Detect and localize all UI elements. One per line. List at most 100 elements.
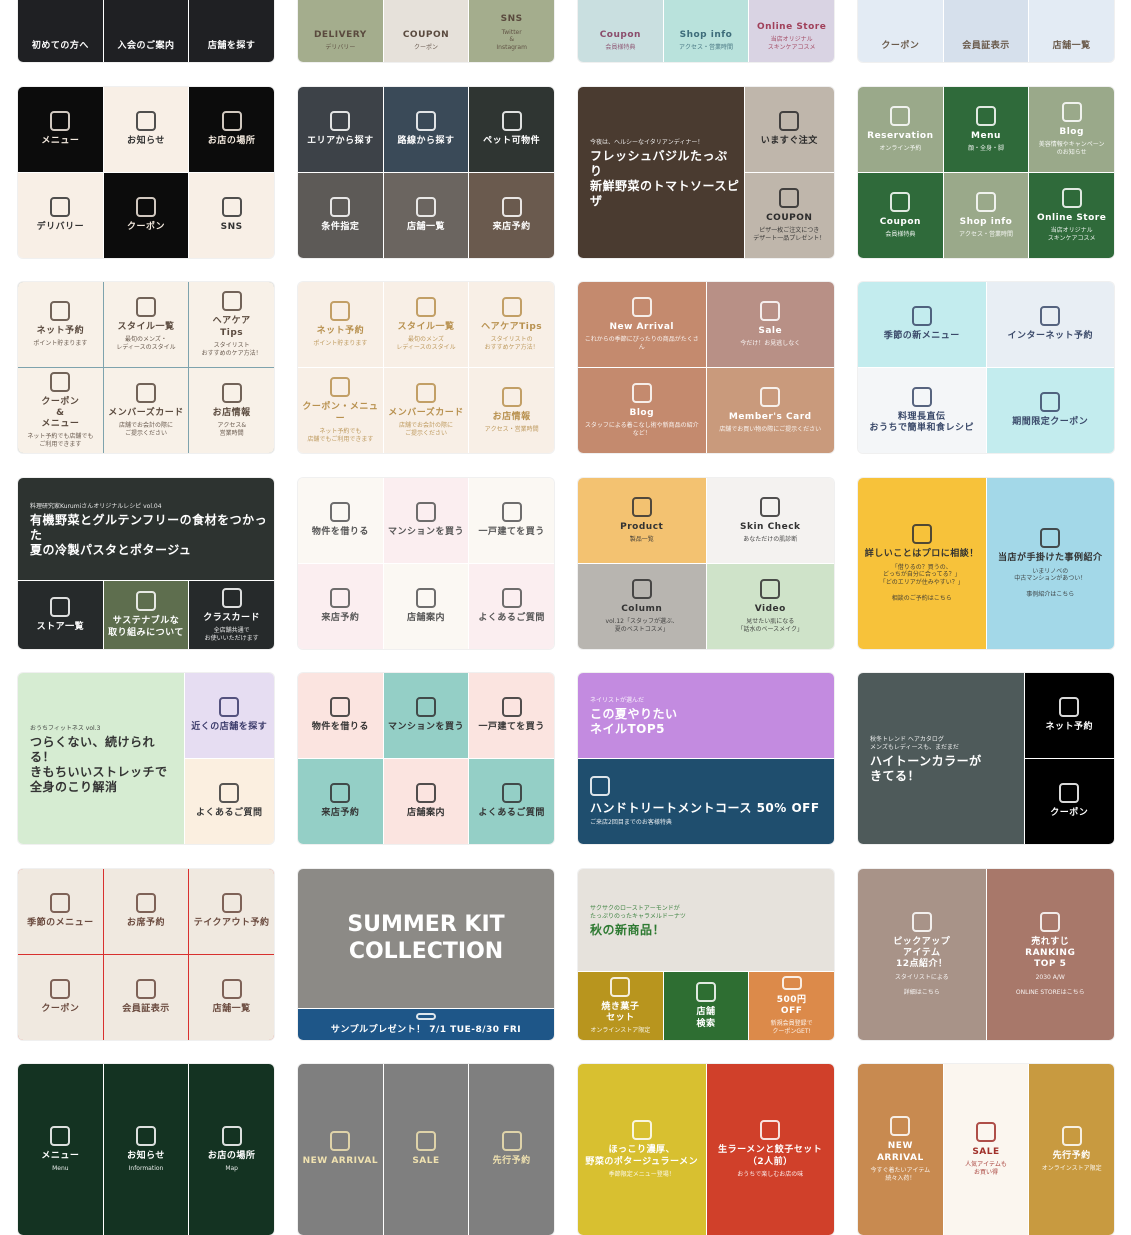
template-card[interactable]: NEW ARRIVAL SALE 先行予約 xyxy=(298,1064,554,1235)
template-cell[interactable]: 来店予約 xyxy=(298,564,383,649)
template-card[interactable]: DELIVERY デリバリー COUPON クーポン SNS Twitter & Inst… xyxy=(298,0,554,62)
template-cell[interactable]: Blog 美容情報やキャンペーン のお知らせ xyxy=(1029,87,1114,172)
template-cell[interactable]: 焼き菓子 セット オンラインストア限定 xyxy=(578,972,663,1040)
template-cell[interactable]: 季節のメニュー xyxy=(18,869,103,954)
template-card[interactable]: エリアから探す 路線から探す ペット可物件 条件指定 店舗一覧 来店予約 xyxy=(298,87,554,258)
template-cell[interactable]: メンバーズカード 店舗でお会計の際に ご提示ください xyxy=(383,368,469,453)
template-cell[interactable]: マンションを買う xyxy=(383,673,469,758)
template-cell[interactable]: 料理長直伝 おうちで簡単和食レシピ xyxy=(858,368,986,453)
template-cell[interactable]: Menu 顔・全身・脚 xyxy=(943,87,1029,172)
template-card[interactable]: ネイリストが選んだ この夏やりたい ネイルTOP5 ハンドトリートメントコース 50… xyxy=(578,673,834,844)
template-cell[interactable]: クーポン xyxy=(18,955,103,1040)
template-cell[interactable]: 物件を借りる xyxy=(298,673,383,758)
template-cell[interactable]: 秋冬トレンド ヘアカタログ メンズもレディースも、まだまだ ハイトーンカラーが き… xyxy=(858,673,1024,844)
template-cell[interactable]: ネット予約 xyxy=(1024,673,1114,758)
template-cell[interactable]: サンプルプレゼント！ 7/1 TUE-8/30 FRI xyxy=(298,1008,554,1040)
template-cell[interactable]: SNS xyxy=(189,173,274,258)
template-cell[interactable]: スタイル一覧 最旬のメンズ・ レディースのスタイル xyxy=(103,282,189,367)
template-cell[interactable]: お知らせ Information xyxy=(103,1064,189,1235)
template-cell[interactable]: ネイリストが選んだ この夏やりたい ネイルTOP5 xyxy=(578,673,834,758)
template-cell[interactable]: クラスカード 全店舗共通で お使いいただけます xyxy=(189,581,274,649)
template-cell[interactable]: 一戸建てを買う xyxy=(469,478,554,563)
template-cell[interactable]: SALE 人気アイテムも お買い得 xyxy=(943,1064,1029,1235)
template-cell[interactable]: Shop info アクセス・営業時間 xyxy=(943,173,1029,258)
template-cell[interactable]: 路線から探す xyxy=(383,87,469,172)
template-cell[interactable]: Column vol.12「スタッフが選ぶ、 夏のベストコスメ」 xyxy=(578,564,706,649)
template-cell[interactable]: いますぐ注文 xyxy=(744,87,834,172)
template-cell[interactable]: Sale 今だけ！お見逃しなく xyxy=(706,282,834,367)
template-card[interactable]: メニュー Menu お知らせ Information お店の場所 Map xyxy=(18,1064,274,1235)
template-cell[interactable]: Online Store 当店オリジナル スキンケアコスメ xyxy=(749,0,834,62)
template-cell[interactable]: 今夜は、ヘルシーなイタリアンディナー！ フレッシュバジルたっぷり 新鮮野菜のトマト… xyxy=(578,87,744,258)
template-cell[interactable]: New Arrival これからの季節にぴったりの商品がたくさん xyxy=(578,282,706,367)
template-cell[interactable]: SNS Twitter & Instagram xyxy=(469,0,554,62)
template-card[interactable]: ネット予約 ポイント貯まります スタイル一覧 最旬のメンズ レディースのスタイル ヘアケ… xyxy=(298,282,554,453)
template-cell[interactable]: 詳しいことはプロに相談！ 「借りるの？買うの、 どっちが自分に合ってる？」 「どの… xyxy=(858,478,986,649)
template-cell[interactable]: 店舗一覧 xyxy=(383,173,469,258)
template-cell[interactable]: サステナブルな 取り組みについて xyxy=(103,581,189,649)
template-cell[interactable]: 料理研究家Kurumiさんオリジナルレシピ vol.04 有機野菜とグルテンフリー… xyxy=(18,478,274,580)
template-cell[interactable]: お席予約 xyxy=(103,869,189,954)
template-cell[interactable]: 物件を借りる xyxy=(298,478,383,563)
template-cell[interactable]: DELIVERY デリバリー xyxy=(298,0,383,62)
template-cell[interactable]: ヘアケア Tips スタイリスト おすすめのケア方法！ xyxy=(189,282,274,367)
template-cell[interactable]: NEW ARRIVAL xyxy=(298,1064,383,1235)
template-cell[interactable]: メンバーズカード 店舗でお会計の際に ご提示ください xyxy=(103,368,189,453)
template-cell[interactable]: Member's Card 店舗でお買い物の際にご提示ください xyxy=(706,368,834,453)
template-cell[interactable]: 先行予約 オンラインストア限定 xyxy=(1029,1064,1114,1235)
template-cell[interactable]: お知らせ xyxy=(103,87,189,172)
template-cell[interactable]: Reservation オンライン予約 xyxy=(858,87,943,172)
template-card[interactable]: 季節のメニュー お席予約 テイクアウト予約クーポン 会員証表示 店舗一覧 xyxy=(18,869,274,1040)
template-card[interactable]: Coupon 会員様特典 Shop info アクセス・営業時間 Online Stor… xyxy=(578,0,834,62)
template-cell[interactable]: SUMMER KIT COLLECTION xyxy=(298,869,554,1008)
template-cell[interactable]: SALE xyxy=(383,1064,469,1235)
template-cell[interactable]: インターネット予約 xyxy=(986,282,1114,367)
template-cell[interactable]: クーポン xyxy=(103,173,189,258)
template-cell[interactable]: ヘアケアTips スタイリストの おすすめケア方法！ xyxy=(469,282,554,367)
template-card[interactable]: クーポン 会員証表示 店舗一覧 xyxy=(858,0,1114,62)
template-cell[interactable]: クーポン・メニュー ネット予約でも 店舗でもご利用できます xyxy=(298,368,383,453)
template-card[interactable]: ほっこり濃厚、 野菜のポタージュラーメン 季節限定メニュー登場！ 生ラーメンと餃子セ… xyxy=(578,1064,834,1235)
template-cell[interactable]: Shop info アクセス・営業時間 xyxy=(663,0,749,62)
template-cell[interactable]: クーポン & メニュー ネット予約でも店舗でも ご利用できます xyxy=(18,368,103,453)
template-cell[interactable]: マンションを買う xyxy=(383,478,469,563)
template-cell[interactable]: 売れすじ RANKING TOP 5 2030 A/W ONLINE STOREは… xyxy=(986,869,1114,1040)
template-card[interactable]: Product 製品一覧 Skin Check あなただけの肌診断 Column vol.… xyxy=(578,478,834,649)
template-cell[interactable]: 店舗案内 xyxy=(383,759,469,844)
template-cell[interactable]: 店舗 検索 xyxy=(663,972,749,1040)
template-card[interactable]: 初めての方へ 入会のご案内 店舗を探す xyxy=(18,0,274,62)
template-cell[interactable]: クーポン xyxy=(1024,759,1114,844)
template-card[interactable]: ネット予約 ポイント貯まります スタイル一覧 最旬のメンズ・ レディースのスタイル ヘア… xyxy=(18,282,274,453)
template-card[interactable]: 物件を借りる マンションを買う 一戸建てを買う 来店予約 店舗案内 よくあるご質問 xyxy=(298,478,554,649)
template-cell[interactable]: ほっこり濃厚、 野菜のポタージュラーメン 季節限定メニュー登場！ xyxy=(578,1064,706,1235)
template-cell[interactable]: 生ラーメンと餃子セット （2人前） おうちで楽しむお店の味 xyxy=(706,1064,834,1235)
template-cell[interactable]: 店舗一覧 xyxy=(189,955,274,1040)
template-cell[interactable]: お店の場所 Map xyxy=(189,1064,274,1235)
template-cell[interactable]: Video 見せたい肌になる 「話水のベースメイク」 xyxy=(706,564,834,649)
template-cell[interactable]: 先行予約 xyxy=(469,1064,554,1235)
template-cell[interactable]: エリアから探す xyxy=(298,87,383,172)
template-cell[interactable]: 当店が手掛けた事例紹介 いまリノベの 中古マンションがあつい！ 事例紹介はこちら xyxy=(986,478,1114,649)
template-cell[interactable]: よくあるご質問 xyxy=(184,759,274,844)
template-cell[interactable]: メニュー Menu xyxy=(18,1064,103,1235)
template-cell[interactable]: Product 製品一覧 xyxy=(578,478,706,563)
template-cell[interactable]: おうちフィットネス vol.3 つらくない、続けられる！ きもちいいストレッチで全… xyxy=(18,673,184,844)
template-cell[interactable]: お店情報 アクセス・営業時間 xyxy=(469,368,554,453)
template-cell[interactable]: COUPON クーポン xyxy=(383,0,469,62)
template-cell[interactable]: 会員証表示 xyxy=(103,955,189,1040)
template-cell[interactable]: 条件指定 xyxy=(298,173,383,258)
template-card[interactable]: 物件を借りる マンションを買う 一戸建てを買う 来店予約 店舗案内 よくあるご質問 xyxy=(298,673,554,844)
template-cell[interactable]: ハンドトリートメントコース 50% OFF ご来店2回目までのお客様特典 xyxy=(578,759,834,844)
template-cell[interactable]: 会員証表示 xyxy=(943,0,1029,62)
template-cell[interactable]: 一戸建てを買う xyxy=(469,673,554,758)
template-cell[interactable]: メニュー xyxy=(18,87,103,172)
template-cell[interactable]: NEW ARRIVAL 今すぐ着たいアイテム 続々入荷！ xyxy=(858,1064,943,1235)
template-cell[interactable]: テイクアウト予約 xyxy=(189,869,274,954)
template-cell[interactable]: 初めての方へ xyxy=(18,0,103,62)
template-cell[interactable]: 近くの店舗を探す xyxy=(184,673,274,758)
template-cell[interactable]: お店の場所 xyxy=(189,87,274,172)
template-card[interactable]: 料理研究家Kurumiさんオリジナルレシピ vol.04 有機野菜とグルテンフリー… xyxy=(18,478,274,649)
template-card[interactable]: SUMMER KIT COLLECTION サンプルプレゼント！ 7/1 TUE-… xyxy=(298,869,554,1040)
template-card[interactable]: おうちフィットネス vol.3 つらくない、続けられる！ きもちいいストレッチで全… xyxy=(18,673,274,844)
template-card[interactable]: ピックアップ アイテム 12点紹介！ スタイリストによる 詳細はこちら 売れすじ R… xyxy=(858,869,1114,1040)
